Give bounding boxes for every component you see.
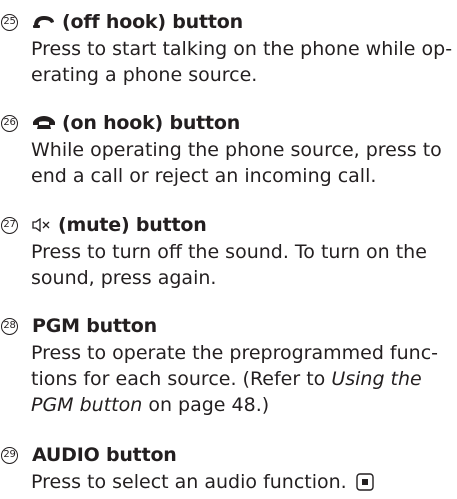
item-number-badge: 25 [1,13,18,31]
item-number-badge: 27 [1,216,18,234]
item-title: (off hook) button [62,11,243,33]
description-line: While operating the phone source, press … [31,139,442,161]
item-off-hook-button: 25 (off hook) button Press to start talk… [0,10,457,88]
item-title: (on hook) button [62,112,241,134]
item-description: While operating the phone source, press … [31,137,457,189]
description-line: Press to select an audio function. [31,469,457,498]
item-description: Press to select an audio function. [31,469,457,498]
description-line: end a call or reject an incoming call. [31,165,377,187]
description-text: tions for each source. (Refer to [31,368,332,390]
item-heading: 28 PGM button [0,314,457,338]
item-title: PGM button [32,315,157,337]
item-mute-button: 27 (mute) button Press to turn off the s… [0,213,457,291]
description-line: tions for each source. (Refer to Using t… [31,366,457,392]
item-audio-button: 29 AUDIO button Press to select an audio… [0,443,457,498]
item-number-badge: 29 [1,446,18,464]
description-line: Press to start talking on the phone whil… [31,38,453,60]
item-number-badge: 28 [1,317,18,335]
item-heading: 25 (off hook) button [0,10,457,34]
item-heading: 27 (mute) button [0,213,457,237]
item-title: AUDIO button [32,444,177,466]
cross-reference-link[interactable]: PGM button [31,394,142,416]
end-of-section-icon [356,472,374,498]
description-line: PGM button on page 48.) [31,392,457,418]
off-hook-handset-icon [32,15,56,29]
item-description: Press to start talking on the phone whil… [31,36,457,88]
item-description: Press to operate the preprogrammed func-… [31,340,457,418]
description-line: Press to operate the preprogrammed func- [31,342,439,364]
description-text: Press to select an audio function. [31,471,347,493]
item-title: (mute) button [58,214,207,236]
mute-speaker-icon [32,218,52,232]
description-text: on page 48.) [142,394,270,416]
description-line: Press to turn off the sound. To turn on … [31,241,427,263]
item-on-hook-button: 26 (on hook) button While operating the … [0,111,457,189]
item-pgm-button: 28 PGM button Press to operate the prepr… [0,314,457,418]
cross-reference-link[interactable]: Using the [331,368,421,390]
item-heading: 26 (on hook) button [0,111,457,135]
on-hook-handset-icon [32,116,56,130]
item-description: Press to turn off the sound. To turn on … [31,239,457,291]
description-line: sound, press again. [31,267,217,289]
description-line: erating a phone source. [31,64,258,86]
item-heading: 29 AUDIO button [0,443,457,467]
item-number-badge: 26 [1,114,18,132]
